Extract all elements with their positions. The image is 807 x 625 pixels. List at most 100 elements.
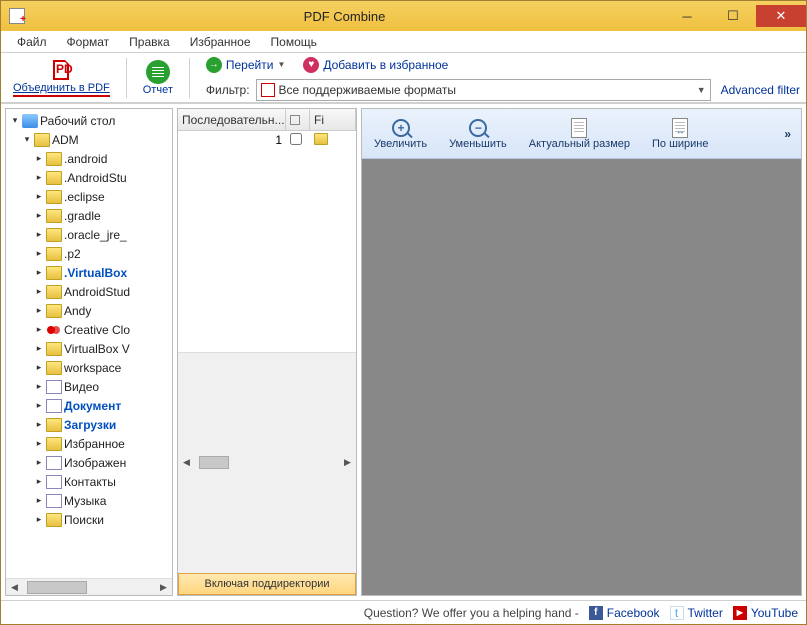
tree-node-label: .eclipse (64, 190, 105, 204)
folder-icon (46, 418, 62, 432)
tree-node[interactable]: ▸Поиски (8, 510, 170, 529)
actual-size-button[interactable]: Актуальный размер (521, 116, 638, 152)
facebook-link[interactable]: fFacebook (589, 606, 660, 620)
scroll-left-button[interactable]: ◀ (6, 579, 23, 596)
youtube-link[interactable]: ▶YouTube (733, 606, 798, 620)
col-sequence[interactable]: Последовательн...▼ (178, 109, 286, 131)
tree-node[interactable]: ▸Andy (8, 301, 170, 320)
tree-node[interactable]: ▸.VirtualBox (8, 263, 170, 282)
expand-icon[interactable]: ▸ (34, 400, 44, 411)
tree-node[interactable]: ▸workspace (8, 358, 170, 377)
expand-icon[interactable]: ▸ (34, 191, 44, 202)
expand-icon[interactable]: ▸ (34, 457, 44, 468)
tree-hscrollbar[interactable]: ◀ ▶ (6, 578, 172, 595)
preview-area (362, 159, 801, 595)
zoom-in-button[interactable]: + Увеличить (366, 116, 435, 152)
menu-file[interactable]: Файл (7, 32, 57, 52)
close-button[interactable]: ✕ (756, 5, 806, 27)
minimize-button[interactable]: ─ (664, 5, 710, 27)
row-checkbox[interactable] (290, 133, 302, 145)
twitter-link[interactable]: tTwitter (670, 606, 723, 620)
tree-scroll[interactable]: ▾ Рабочий стол ▾ ADM ▸.android▸.AndroidS… (6, 109, 172, 578)
col-check[interactable] (286, 109, 310, 131)
folder-icon (46, 247, 62, 261)
menu-format[interactable]: Формат (57, 32, 120, 52)
folder-icon (46, 437, 62, 451)
filter-label: Фильтр: (206, 83, 250, 97)
doc-icon (46, 475, 62, 489)
menu-favorites[interactable]: Избранное (180, 32, 261, 52)
scroll-thumb[interactable] (27, 581, 87, 594)
maximize-button[interactable]: ☐ (710, 5, 756, 27)
folder-icon (46, 266, 62, 280)
menu-help[interactable]: Помощь (261, 32, 327, 52)
expand-icon[interactable]: ▸ (34, 476, 44, 487)
tree-node[interactable]: ▸.AndroidStu (8, 168, 170, 187)
tree-node[interactable]: ▸Музыка (8, 491, 170, 510)
tree-node[interactable]: ▸ .eclipse (8, 187, 170, 206)
report-button[interactable]: Отчет (137, 58, 179, 98)
tree-node[interactable]: ▸ Документ (8, 396, 170, 415)
filter-combo[interactable]: Все поддерживаемые форматы ▼ (256, 79, 711, 101)
preview-pane: + Увеличить − Уменьшить Актуальный разме… (361, 108, 802, 596)
combine-pdf-button[interactable]: PDF Объединить в PDF (7, 56, 116, 99)
expand-icon[interactable]: ▸ (34, 153, 44, 164)
zoom-out-button[interactable]: − Уменьшить (441, 116, 515, 152)
collapse-icon[interactable]: ▾ (10, 115, 20, 126)
fit-width-button[interactable]: ↔ По ширине (644, 116, 717, 152)
creative-icon (46, 323, 62, 337)
toolbar-separator (189, 58, 190, 98)
expand-icon[interactable]: ▸ (34, 305, 44, 316)
expand-icon[interactable]: ▸ (34, 362, 44, 373)
tree-node[interactable]: ▸Контакты (8, 472, 170, 491)
tree-node[interactable]: ▸ .p2 (8, 244, 170, 263)
add-favorite-button[interactable]: ♥ Добавить в избранное (299, 55, 452, 75)
expand-icon[interactable]: ▸ (34, 343, 44, 354)
tree-node-desktop[interactable]: ▾ Рабочий стол (8, 111, 170, 130)
expand-icon[interactable]: ▸ (34, 419, 44, 430)
expand-icon[interactable]: ▸ (34, 248, 44, 259)
list-body[interactable]: 1 (178, 131, 356, 352)
tree-node-label: Избранное (64, 437, 125, 451)
list-hscrollbar[interactable]: ◀ ▶ (178, 352, 356, 574)
folder-icon (46, 304, 62, 318)
expand-icon[interactable]: ▸ (34, 514, 44, 525)
expand-icon[interactable]: ▸ (34, 286, 44, 297)
tree-node-label: .p2 (64, 247, 81, 261)
tree-node-label: Документ (64, 399, 121, 413)
advanced-filter-link[interactable]: Advanced filter (721, 83, 800, 97)
expand-icon[interactable]: ▸ (34, 267, 44, 278)
tree-node[interactable]: ▸Видео (8, 377, 170, 396)
doc-icon (46, 380, 62, 394)
tree-node[interactable]: ▸Creative Clo (8, 320, 170, 339)
tree-node[interactable]: ▸VirtualBox V (8, 339, 170, 358)
collapse-icon[interactable]: ▾ (22, 134, 32, 145)
expand-icon[interactable]: ▸ (34, 172, 44, 183)
expand-icon[interactable]: ▸ (34, 438, 44, 449)
goto-button[interactable]: → Перейти ▼ (202, 55, 289, 75)
tree-node[interactable]: ▸.android (8, 149, 170, 168)
list-item[interactable]: 1 (178, 131, 356, 149)
folder-icon (46, 513, 62, 527)
col-file[interactable]: Fi (310, 109, 356, 131)
expand-icon[interactable]: ▸ (34, 210, 44, 221)
include-subdirs-button[interactable]: Включая поддиректории (178, 573, 356, 595)
more-tools-button[interactable]: » (778, 127, 797, 141)
expand-icon[interactable]: ▸ (34, 381, 44, 392)
tree-node-adm[interactable]: ▾ ADM (8, 130, 170, 149)
expand-icon[interactable]: ▸ (34, 324, 44, 335)
combine-pdf-label: Объединить в PDF (13, 82, 110, 97)
scroll-right-button[interactable]: ▶ (155, 579, 172, 596)
tree-node[interactable]: ▸AndroidStud (8, 282, 170, 301)
tree-node[interactable]: ▸.gradle (8, 206, 170, 225)
scroll-thumb[interactable] (199, 456, 229, 469)
expand-icon[interactable]: ▸ (34, 229, 44, 240)
expand-icon[interactable]: ▸ (34, 495, 44, 506)
tree-node[interactable]: ▸.oracle_jre_ (8, 225, 170, 244)
tree-node[interactable]: ▸ Избранное (8, 434, 170, 453)
tree-node[interactable]: ▸Изображен (8, 453, 170, 472)
scroll-right-button[interactable]: ▶ (339, 454, 356, 471)
scroll-left-button[interactable]: ◀ (178, 454, 195, 471)
menu-edit[interactable]: Правка (119, 32, 180, 52)
tree-node[interactable]: ▸Загрузки (8, 415, 170, 434)
